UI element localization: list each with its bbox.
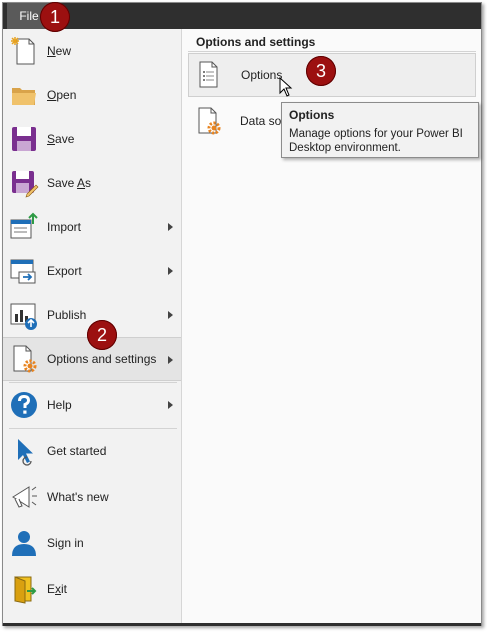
megaphone-icon (12, 486, 37, 508)
exit-icon (14, 576, 37, 604)
menu-item-save-as-label: Save As (47, 176, 92, 190)
menu-item-import-label: Import (47, 220, 82, 234)
publish-icon (10, 303, 37, 330)
user-icon (12, 531, 36, 556)
document-list-icon (199, 61, 218, 88)
floppy-disk-pencil-icon (12, 171, 39, 198)
floppy-disk-icon (12, 127, 36, 151)
menu-item-new-label: New (47, 44, 72, 58)
submenu-arrow-icon (168, 401, 173, 409)
options-tooltip: Options Manage options for your Power BI… (281, 102, 479, 158)
folder-icon (12, 88, 36, 105)
menu-item-save[interactable]: Save (3, 117, 181, 161)
submenu-title-divider (188, 51, 476, 52)
menu-item-options-and-settings-label: Options and settings (47, 352, 157, 366)
get-started-icon (18, 439, 33, 466)
menu-item-export[interactable]: Export (3, 249, 181, 293)
menu-item-exit[interactable]: Exit (3, 567, 181, 611)
document-gear-icon (13, 345, 37, 373)
submenu-title: Options and settings (196, 35, 316, 49)
menu-item-get-started[interactable]: Get started (3, 429, 181, 473)
submenu-arrow-icon (168, 356, 173, 364)
menu-item-help-label: Help (47, 398, 72, 412)
help-question-icon (11, 392, 37, 418)
export-icon (10, 259, 36, 284)
window-bottom-edge (3, 623, 481, 626)
menu-item-exit-label: Exit (47, 582, 68, 596)
title-bar: File (3, 3, 481, 29)
menu-item-get-started-label: Get started (47, 444, 107, 458)
mouse-cursor-icon (279, 77, 293, 97)
menu-item-save-label: Save (47, 132, 75, 146)
menu-item-sign-in[interactable]: Sign in (3, 521, 181, 565)
new-document-icon (11, 37, 35, 65)
callout-badge-2: 2 (87, 320, 117, 350)
menu-item-publish-label: Publish (47, 308, 87, 322)
tooltip-description: Manage options for your Power BI Desktop… (289, 128, 463, 154)
import-icon (10, 212, 38, 239)
menu-item-save-as[interactable]: Save As (3, 161, 181, 205)
submenu-arrow-icon (168, 267, 173, 275)
submenu-item-options-label: Options (241, 68, 283, 82)
menu-item-whats-new[interactable]: What's new (3, 475, 181, 519)
file-menu-window: File New Open Save Save As Import Export… (2, 2, 482, 626)
callout-badge-3: 3 (306, 56, 336, 86)
menu-item-export-label: Export (47, 264, 82, 278)
menu-item-open-label: Open (47, 88, 77, 102)
menu-item-open[interactable]: Open (3, 73, 181, 117)
menu-item-import[interactable]: Import (3, 205, 181, 249)
menu-item-help[interactable]: Help (3, 383, 181, 427)
submenu-arrow-icon (168, 311, 173, 319)
tooltip-title: Options (289, 108, 335, 122)
submenu-arrow-icon (168, 223, 173, 231)
menu-item-new[interactable]: New (3, 29, 181, 73)
document-gear-icon (198, 107, 221, 135)
menu-item-whats-new-label: What's new (47, 490, 109, 504)
menu-item-sign-in-label: Sign in (47, 536, 84, 550)
callout-badge-1: 1 (40, 2, 70, 32)
